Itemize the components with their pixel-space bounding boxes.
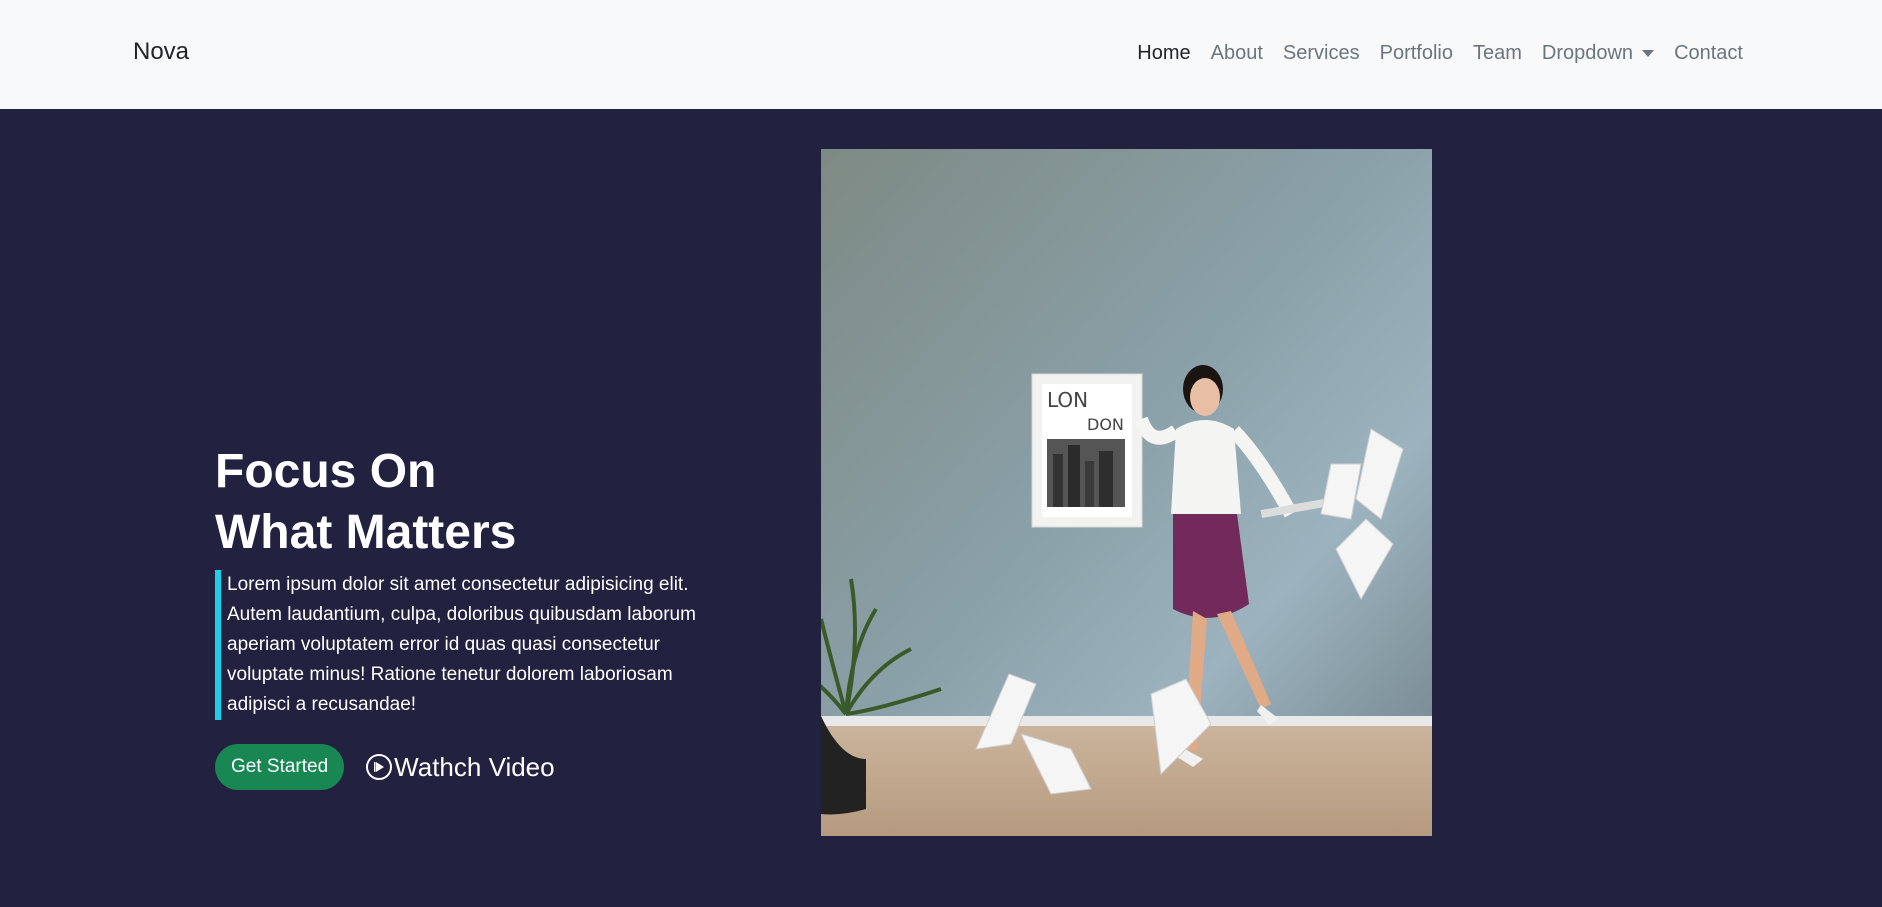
nav-home[interactable]: Home (1137, 42, 1190, 65)
hero-title-line2: What Matters (215, 506, 517, 559)
brand-logo[interactable]: Nova (133, 38, 189, 66)
play-circle-icon (366, 754, 393, 780)
watch-video-link[interactable]: Wathch Video (366, 751, 555, 783)
caret-down-icon (1642, 50, 1655, 57)
poster-text-line1: LON (1047, 388, 1088, 412)
nav-dropdown-label: Dropdown (1541, 42, 1634, 64)
hero-description: Lorem ipsum dolor sit amet consectetur a… (215, 570, 735, 720)
get-started-button[interactable]: Get Started (215, 744, 345, 790)
nav-dropdown[interactable]: Dropdown (1541, 42, 1655, 65)
hero-actions: Get Started Wathch Video (215, 744, 555, 790)
navbar: Nova Home About Services Portfolio Team … (0, 0, 1882, 109)
watch-video-label: Wathch Video (394, 751, 555, 782)
nav-team[interactable]: Team (1473, 42, 1522, 65)
hero-title: Focus On What Matters (215, 441, 516, 563)
nav-services[interactable]: Services (1283, 42, 1360, 65)
poster-text-line2: DON (1087, 415, 1124, 434)
nav-contact[interactable]: Contact (1674, 42, 1743, 65)
london-poster-image: LON DON (1031, 373, 1143, 528)
nav-about[interactable]: About (1211, 42, 1263, 65)
nav-portfolio[interactable]: Portfolio (1380, 42, 1453, 65)
main-nav: Home About Services Portfolio Team Dropd… (1137, 42, 1743, 65)
hero-title-line1: Focus On (215, 445, 437, 498)
hero-photo: LON DON (821, 149, 1432, 836)
